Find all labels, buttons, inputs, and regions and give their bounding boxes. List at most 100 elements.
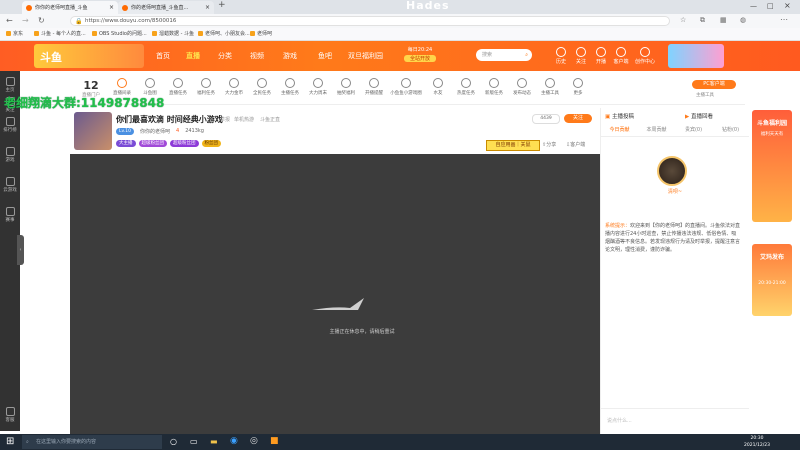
tool-item[interactable]: 发布动态 [508,78,536,96]
close-icon[interactable]: × [109,4,114,11]
collections-icon[interactable]: ▦ [720,16,727,24]
profile-icon[interactable]: ◍ [740,16,746,24]
star-icon[interactable]: ☆ [680,16,686,24]
gift-banner[interactable]: 自应用画｜关鼠 [486,140,540,151]
tab-diamond[interactable]: 钻粉(0) [712,126,749,136]
nav-fishbar[interactable]: 鱼吧 [318,51,332,61]
tool-item[interactable]: 水友 [424,78,452,96]
ad-banner-welfare[interactable]: 斗鱼福利园 福利天天有 [752,110,792,222]
tool-item[interactable]: 小鱼鱼小游戏圈 [388,78,424,96]
tool-icon [117,78,127,88]
bookmark-item[interactable]: 京东 [6,30,23,37]
sidebar-item-esports[interactable]: 赛事 [0,207,20,223]
sidebar-item-rank[interactable]: 排行榜 [0,117,20,133]
minimize-icon[interactable]: — [750,2,757,10]
menu-icon[interactable]: ⋯ [780,15,788,24]
nav-live[interactable]: 直播 [186,51,200,61]
browser-tab-active[interactable]: 你你的老师呵直播_斗鱼 × [22,1,118,14]
streamer-name[interactable]: 你你的老师呵 [140,128,170,135]
sidebar-collapse-handle[interactable]: ‹ [17,235,24,265]
windows-start-icon[interactable]: ⊞ [6,436,14,447]
nav-home[interactable]: 首页 [156,51,170,61]
video-player[interactable]: 主播正在休息中，请稍后重试 [70,154,600,434]
bookmark-item[interactable]: 斗鱼 - 每个人的直... [34,30,86,37]
sidebar-item-cloud-games[interactable]: 云游戏 [0,177,20,193]
promo-badge[interactable]: 每日20:24 全站开放 [404,46,436,62]
bookmark-item[interactable]: 溜蜡数据 - 斗鱼 [152,30,194,37]
maximize-icon[interactable]: □ [767,2,774,10]
tool-item[interactable]: 大力金币 [220,78,248,96]
tab-vip[interactable]: 贵宾(0) [675,126,712,136]
tool-item[interactable]: 热度任务 [452,78,480,96]
close-icon[interactable]: × [205,4,210,11]
header-event-banner[interactable] [668,44,724,68]
tool-item[interactable]: 全民任务 [248,78,276,96]
nav-welfare[interactable]: 双旦福利园 [348,51,383,61]
badge-item[interactable]: 超级粉丝团 [138,140,167,147]
bookmark-item[interactable]: 老师呵 [250,30,272,37]
sidebar-item-games[interactable]: 游戏 [0,147,20,163]
forward-icon[interactable]: → [22,16,29,25]
tool-item[interactable]: 福利任务 [192,78,220,96]
panel-tab-upload[interactable]: ▣ 主播投稿 [605,112,634,120]
new-tab-button[interactable]: + [218,0,226,10]
nav-games[interactable]: 游戏 [283,51,297,61]
tool-item[interactable]: 开播提醒 [360,78,388,96]
window-close-icon[interactable]: × [784,1,791,10]
report-link[interactable]: 举报 [220,116,230,123]
creator-button[interactable]: 创作中心 [634,47,656,65]
tool-item[interactable]: 新版任务 [480,78,508,96]
edge-icon[interactable]: ◉ [230,436,238,446]
tool-item[interactable]: 直播任务 [164,78,192,96]
tab-week[interactable]: 本周贡献 [638,126,675,136]
badge-item[interactable]: 粉丝团 [201,140,221,147]
client-button[interactable]: 客户端 [610,47,632,65]
task-view-icon[interactable]: ○ [170,437,177,446]
badge-item[interactable]: 超级粉丝团 [170,140,199,147]
search-input[interactable]: 搜索 ⌕ [476,49,532,61]
url-field[interactable]: 🔒 https://www.douyu.com/8500016 [70,16,670,26]
top-fan-avatar[interactable] [657,156,687,186]
file-explorer-icon[interactable]: ▬ [210,437,218,446]
reload-icon[interactable]: ↻ [38,16,45,25]
room-info: 你们最喜欢滴 时间经典小游戏 举报 单机热游 斗鱼正直 Lv.10 你你的老师呵… [70,108,600,154]
nav-video[interactable]: 视频 [250,51,264,61]
tab-today[interactable]: 今日贡献 [601,126,638,136]
client-link[interactable]: ⇩客户端 [566,141,585,148]
share-link[interactable]: ⇪分享 [542,141,556,148]
ad-banner-event[interactable]: 艾玛发布 20:30-21:00 [752,244,792,316]
logo-banner[interactable]: 斗鱼 [34,44,144,68]
taskbar-clock[interactable]: 20:30 2021/12/23 [744,435,770,449]
follow-button[interactable]: 关注 [570,47,592,65]
subcategory-link[interactable]: 斗鱼正直 [260,116,280,123]
app-icon[interactable]: ■ [270,436,279,446]
browser-tab[interactable]: 你的老师呵直播_斗鱼直... × [118,1,214,14]
hot-count: 4 [176,128,180,134]
bookmark-item[interactable]: 老师呵、小朋友会... [198,30,250,37]
tool-item[interactable]: 抽奖福利 [332,78,360,96]
taskbar-search-input[interactable]: ⌕ 在这里输入你要搜索的内容 [22,435,162,449]
chat-input-area[interactable]: 说点什么... [601,408,749,435]
sidebar-item-service[interactable]: 客服 [0,407,20,423]
streamer-avatar[interactable] [74,112,112,150]
bookmark-item[interactable]: OBS Studio的问题... [92,30,147,37]
tool-item[interactable]: 大力周末 [304,78,332,96]
tool-item[interactable]: 主播工具 [536,78,564,96]
panel-tab-replay[interactable]: ▶ 直播回看 [685,112,713,120]
search-icon: ⌕ [26,439,29,445]
sidebar-item-home[interactable]: 主页 [0,77,20,93]
taskview-icon[interactable]: ▭ [190,437,198,446]
tool-item[interactable]: 更多 [564,78,592,96]
category-link[interactable]: 单机热游 [234,116,254,123]
back-icon[interactable]: ← [6,16,13,25]
follow-button[interactable]: 关注 [564,114,592,123]
tool-item[interactable]: 主播任务 [276,78,304,96]
start-stream-button[interactable]: 开播 [590,47,612,65]
obs-icon[interactable]: ◎ [250,436,258,446]
search-icon[interactable]: ⌕ [525,49,528,61]
badge-item[interactable]: 大主播 [116,140,136,147]
pc-client-button[interactable]: PC客户端 [692,80,736,89]
nav-category[interactable]: 分类 [218,51,232,61]
extension-icon[interactable]: ⧉ [700,16,705,25]
history-button[interactable]: 历史 [550,47,572,65]
